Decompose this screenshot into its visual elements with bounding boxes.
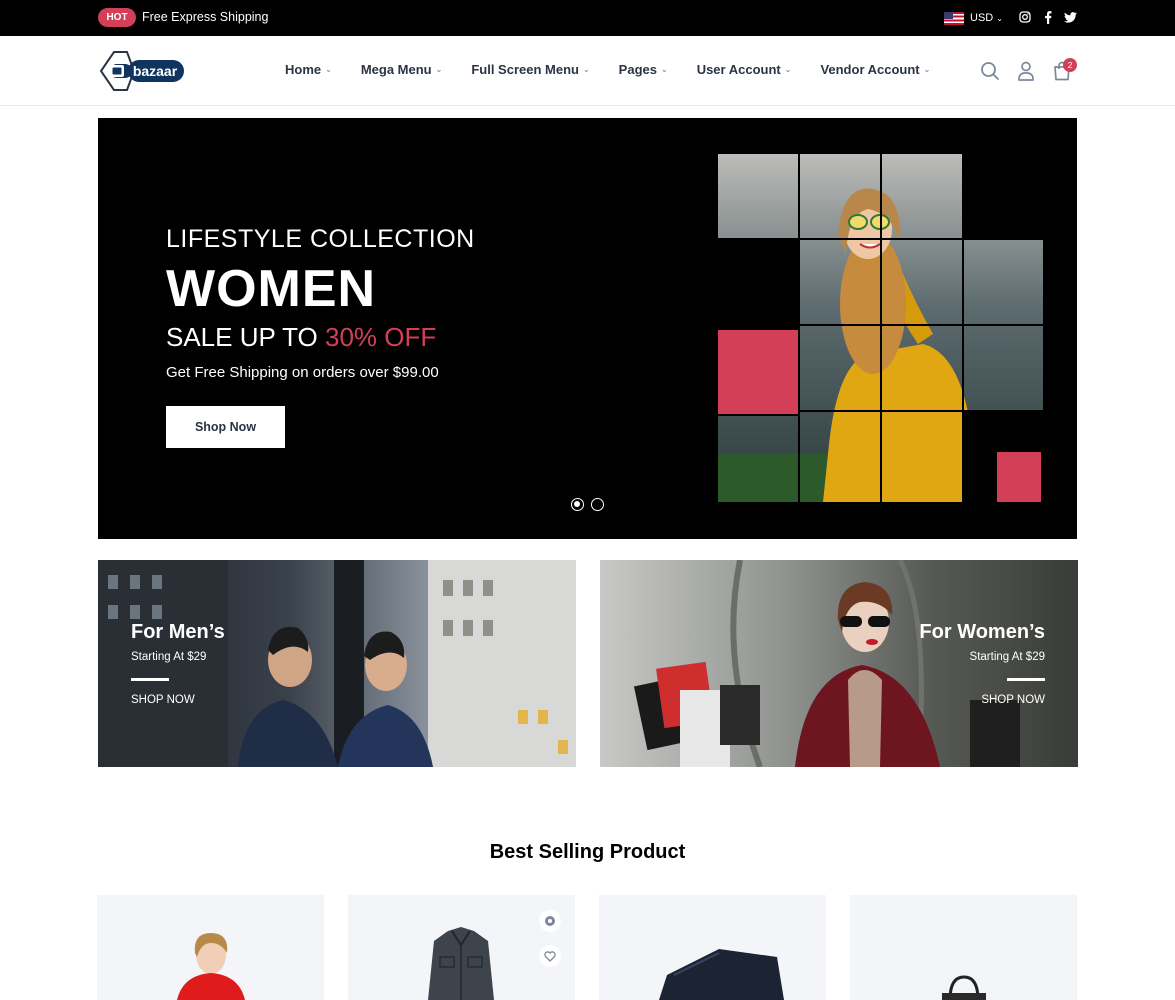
- denim-jacket-image: [428, 927, 494, 1000]
- chevron-down-icon: ⌄: [923, 65, 931, 74]
- hero-eyebrow: LIFESTYLE COLLECTION: [166, 225, 475, 253]
- chevron-down-icon: ⌄: [435, 65, 443, 74]
- hero-model-image: [718, 154, 1043, 502]
- chevron-down-icon: ⌄: [325, 65, 332, 74]
- banner-title: For Men’s: [131, 621, 225, 643]
- nav-label: Pages: [618, 62, 657, 77]
- womens-category-banner[interactable]: For Women’s Starting At $29 SHOP NOW: [600, 560, 1078, 767]
- mens-category-banner[interactable]: For Men’s Starting At $29 SHOP NOW: [98, 560, 576, 767]
- top-bar: HOT Free Express Shipping USD ⌄: [0, 0, 1175, 36]
- heart-icon[interactable]: [539, 945, 561, 967]
- red-jacket-model-image: [177, 933, 245, 1000]
- banner-divider: [131, 678, 169, 681]
- nav-label: User Account: [696, 62, 781, 77]
- cart-count-badge: 2: [1063, 58, 1077, 72]
- main-nav: Home ⌄ Mega Menu ⌄ Full Screen Menu ⌄ Pages…: [285, 62, 930, 77]
- slider-dot-1[interactable]: [571, 498, 584, 511]
- quick-view-icon[interactable]: [539, 910, 561, 932]
- currency-selector[interactable]: USD ⌄: [944, 10, 1003, 26]
- nav-item-full-screen-menu[interactable]: Full Screen Menu ⌄: [471, 62, 589, 77]
- product-card[interactable]: [97, 895, 324, 1000]
- nav-item-vendor-account[interactable]: Vendor Account ⌄: [820, 62, 930, 77]
- womens-banner-image: [633, 560, 1020, 767]
- chevron-down-icon: ⌄: [582, 65, 590, 74]
- logo-text: bazaar: [133, 63, 178, 79]
- hero-slider: LIFESTYLE COLLECTION WOMEN SALE UP TO 30…: [98, 118, 1077, 539]
- chevron-down-icon: ⌄: [784, 65, 792, 74]
- us-flag-icon: [944, 11, 964, 25]
- mens-banner-image: [98, 560, 576, 767]
- currency-label: USD: [970, 12, 994, 24]
- instagram-icon[interactable]: [1018, 10, 1032, 24]
- product-card[interactable]: [850, 895, 1077, 1000]
- nav-item-user-account[interactable]: User Account ⌄: [697, 62, 792, 77]
- sale-highlight: 30% OFF: [324, 322, 437, 352]
- banner-subtitle: Starting At $29: [969, 651, 1045, 663]
- facebook-icon[interactable]: [1041, 10, 1055, 24]
- section-title: Best Selling Product: [489, 841, 686, 863]
- jeans-image: [659, 949, 784, 1000]
- hero-title: WOMEN: [166, 260, 377, 318]
- nav-label: Vendor Account: [820, 62, 920, 77]
- shop-now-button[interactable]: Shop Now: [166, 406, 285, 448]
- nav-label: Home: [285, 62, 322, 77]
- promo-text: Free Express Shipping: [142, 10, 269, 24]
- main-header: bazaar Home ⌄ Mega Menu ⌄ Full Screen Menu…: [0, 36, 1175, 106]
- search-icon[interactable]: [979, 60, 1001, 82]
- product-card[interactable]: [599, 895, 826, 1000]
- banner-shop-link[interactable]: SHOP NOW: [981, 694, 1045, 706]
- hero-sale-text: SALE UP TO 30% OFF: [166, 322, 436, 353]
- banner-subtitle: Starting At $29: [131, 651, 207, 663]
- banner-shop-link[interactable]: SHOP NOW: [131, 694, 195, 706]
- user-icon[interactable]: [1015, 60, 1037, 82]
- nav-label: Mega Menu: [360, 62, 432, 77]
- hero-shipping-text: Get Free Shipping on orders over $99.00: [166, 364, 439, 381]
- nav-item-home[interactable]: Home ⌄: [285, 62, 332, 77]
- bazaar-logo[interactable]: bazaar: [98, 49, 188, 93]
- chevron-down-icon: ⌄: [660, 65, 668, 74]
- banner-title: For Women’s: [919, 621, 1045, 643]
- hot-badge: HOT: [98, 8, 136, 27]
- sale-prefix: SALE UP TO: [166, 322, 325, 352]
- chevron-down-icon: ⌄: [996, 13, 1003, 23]
- product-card[interactable]: [348, 895, 575, 1000]
- nav-item-pages[interactable]: Pages ⌄: [619, 62, 668, 77]
- slider-dot-2[interactable]: [591, 498, 604, 511]
- banner-divider: [1007, 678, 1045, 681]
- handbag-image: [942, 975, 986, 1000]
- twitter-icon[interactable]: [1063, 10, 1077, 24]
- nav-label: Full Screen Menu: [471, 62, 579, 77]
- nav-item-mega-menu[interactable]: Mega Menu ⌄: [361, 62, 443, 77]
